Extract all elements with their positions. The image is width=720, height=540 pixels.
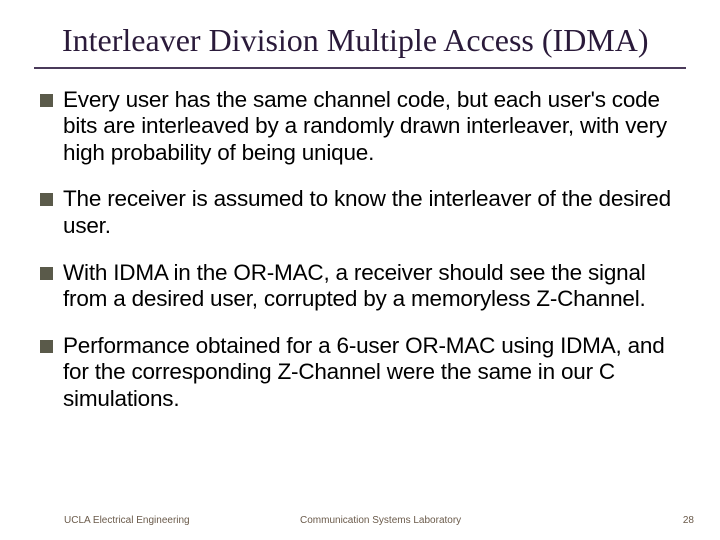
bullet-list: Every user has the same channel code, bu… (34, 87, 686, 412)
square-bullet-icon (40, 267, 53, 280)
page-number: 28 (683, 515, 694, 526)
square-bullet-icon (40, 340, 53, 353)
slide: Interleaver Division Multiple Access (ID… (0, 0, 720, 540)
list-item: The receiver is assumed to know the inte… (40, 186, 686, 239)
square-bullet-icon (40, 94, 53, 107)
square-bullet-icon (40, 193, 53, 206)
slide-title: Interleaver Division Multiple Access (ID… (34, 22, 686, 69)
bullet-text: Performance obtained for a 6-user OR-MAC… (63, 333, 686, 413)
bullet-text: With IDMA in the OR-MAC, a receiver shou… (63, 260, 686, 313)
list-item: With IDMA in the OR-MAC, a receiver shou… (40, 260, 686, 313)
footer-center: Communication Systems Laboratory (300, 515, 461, 526)
list-item: Performance obtained for a 6-user OR-MAC… (40, 333, 686, 413)
list-item: Every user has the same channel code, bu… (40, 87, 686, 167)
bullet-text: Every user has the same channel code, bu… (63, 87, 686, 167)
bullet-text: The receiver is assumed to know the inte… (63, 186, 686, 239)
footer-left: UCLA Electrical Engineering (64, 515, 190, 526)
